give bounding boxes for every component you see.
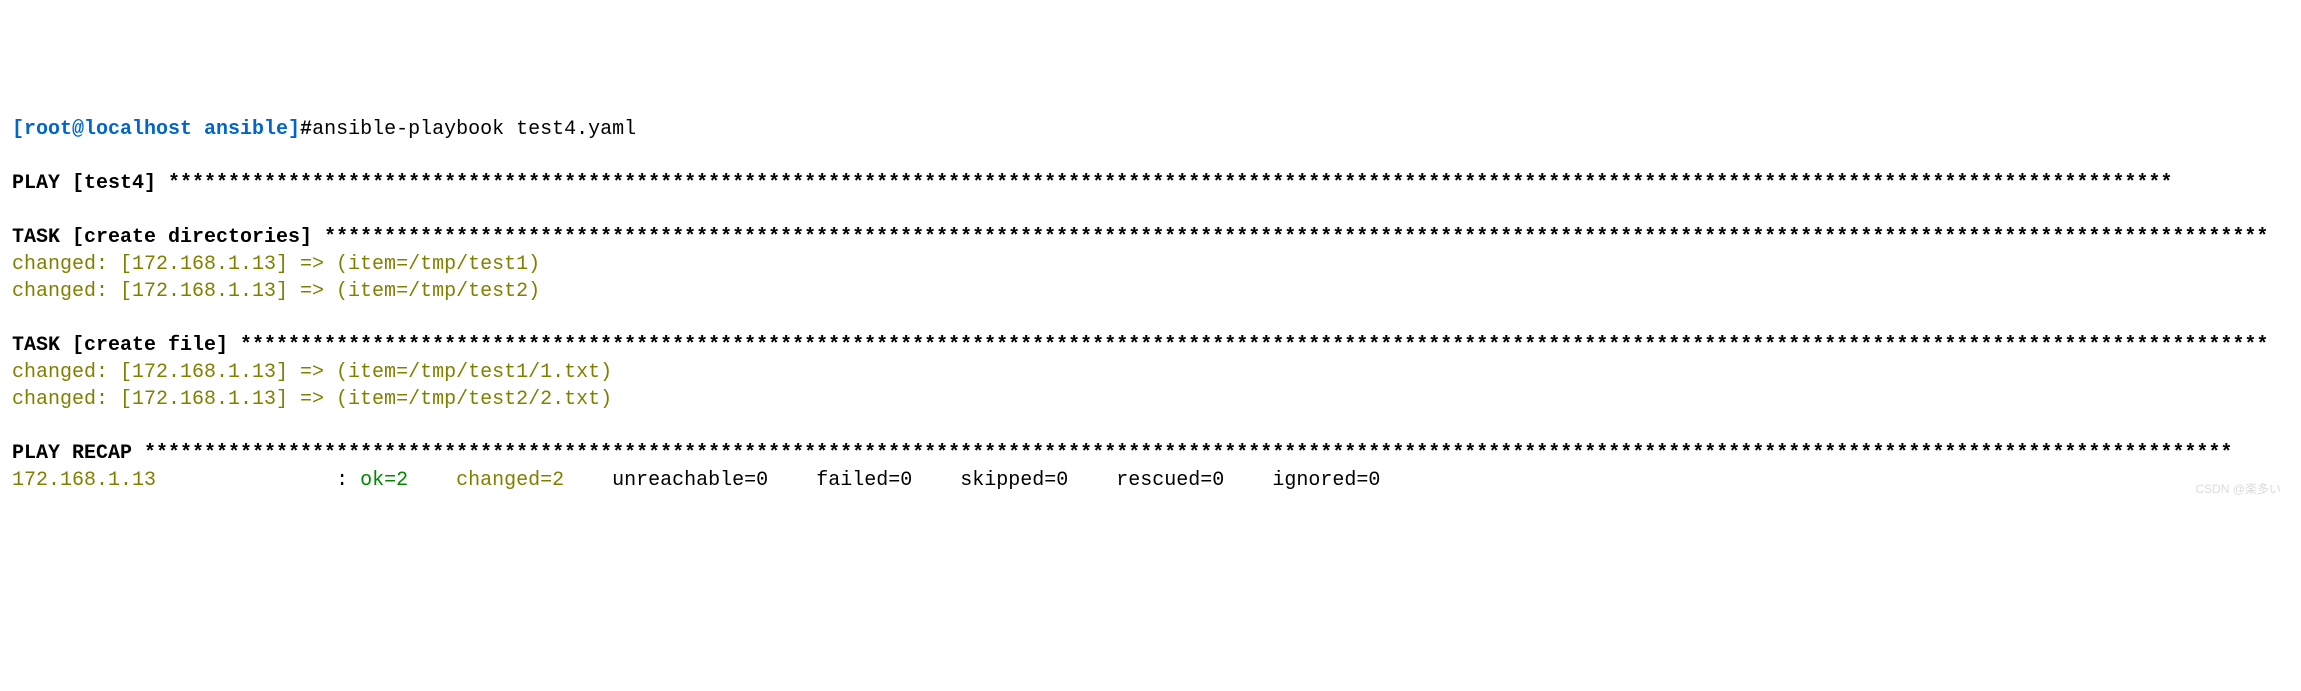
task1-header-label: TASK [create directories] bbox=[12, 226, 324, 249]
task2-header-label: TASK [create file] bbox=[12, 334, 240, 357]
recap-header-label: PLAY RECAP bbox=[12, 442, 144, 465]
recap-sep: : bbox=[336, 469, 360, 492]
terminal-output: [root@localhost ansible]#ansible-playboo… bbox=[12, 116, 2289, 494]
recap-pad bbox=[768, 469, 816, 492]
recap-failed: failed=0 bbox=[816, 469, 912, 492]
task2-result-line: changed: [172.168.1.13] => (item=/tmp/te… bbox=[12, 361, 612, 384]
prompt-symbol: # bbox=[300, 118, 312, 141]
task2-result-line: changed: [172.168.1.13] => (item=/tmp/te… bbox=[12, 388, 612, 411]
recap-pad bbox=[408, 469, 456, 492]
recap-pad bbox=[912, 469, 960, 492]
recap-host: 172.168.1.13 bbox=[12, 469, 156, 492]
watermark: CSDN @楽多い bbox=[2195, 481, 2281, 497]
play-header-label: PLAY [test4] bbox=[12, 172, 168, 195]
recap-changed: changed=2 bbox=[456, 469, 564, 492]
task1-header-stars: ****************************************… bbox=[324, 226, 2268, 249]
recap-rescued: rescued=0 bbox=[1116, 469, 1224, 492]
recap-ok: ok=2 bbox=[360, 469, 408, 492]
play-header-stars: ****************************************… bbox=[168, 172, 2172, 195]
recap-pad bbox=[1224, 469, 1272, 492]
recap-header-stars: ****************************************… bbox=[144, 442, 2232, 465]
prompt-user-host: [root@localhost ansible] bbox=[12, 118, 300, 141]
recap-host-pad bbox=[156, 469, 336, 492]
recap-skipped: skipped=0 bbox=[960, 469, 1068, 492]
recap-ignored: ignored=0 bbox=[1272, 469, 1380, 492]
command-text: ansible-playbook test4.yaml bbox=[312, 118, 636, 141]
recap-pad bbox=[1068, 469, 1116, 492]
recap-unreachable: unreachable=0 bbox=[612, 469, 768, 492]
task1-result-line: changed: [172.168.1.13] => (item=/tmp/te… bbox=[12, 280, 540, 303]
task1-result-line: changed: [172.168.1.13] => (item=/tmp/te… bbox=[12, 253, 540, 276]
recap-pad bbox=[564, 469, 612, 492]
task2-header-stars: ****************************************… bbox=[240, 334, 2268, 357]
